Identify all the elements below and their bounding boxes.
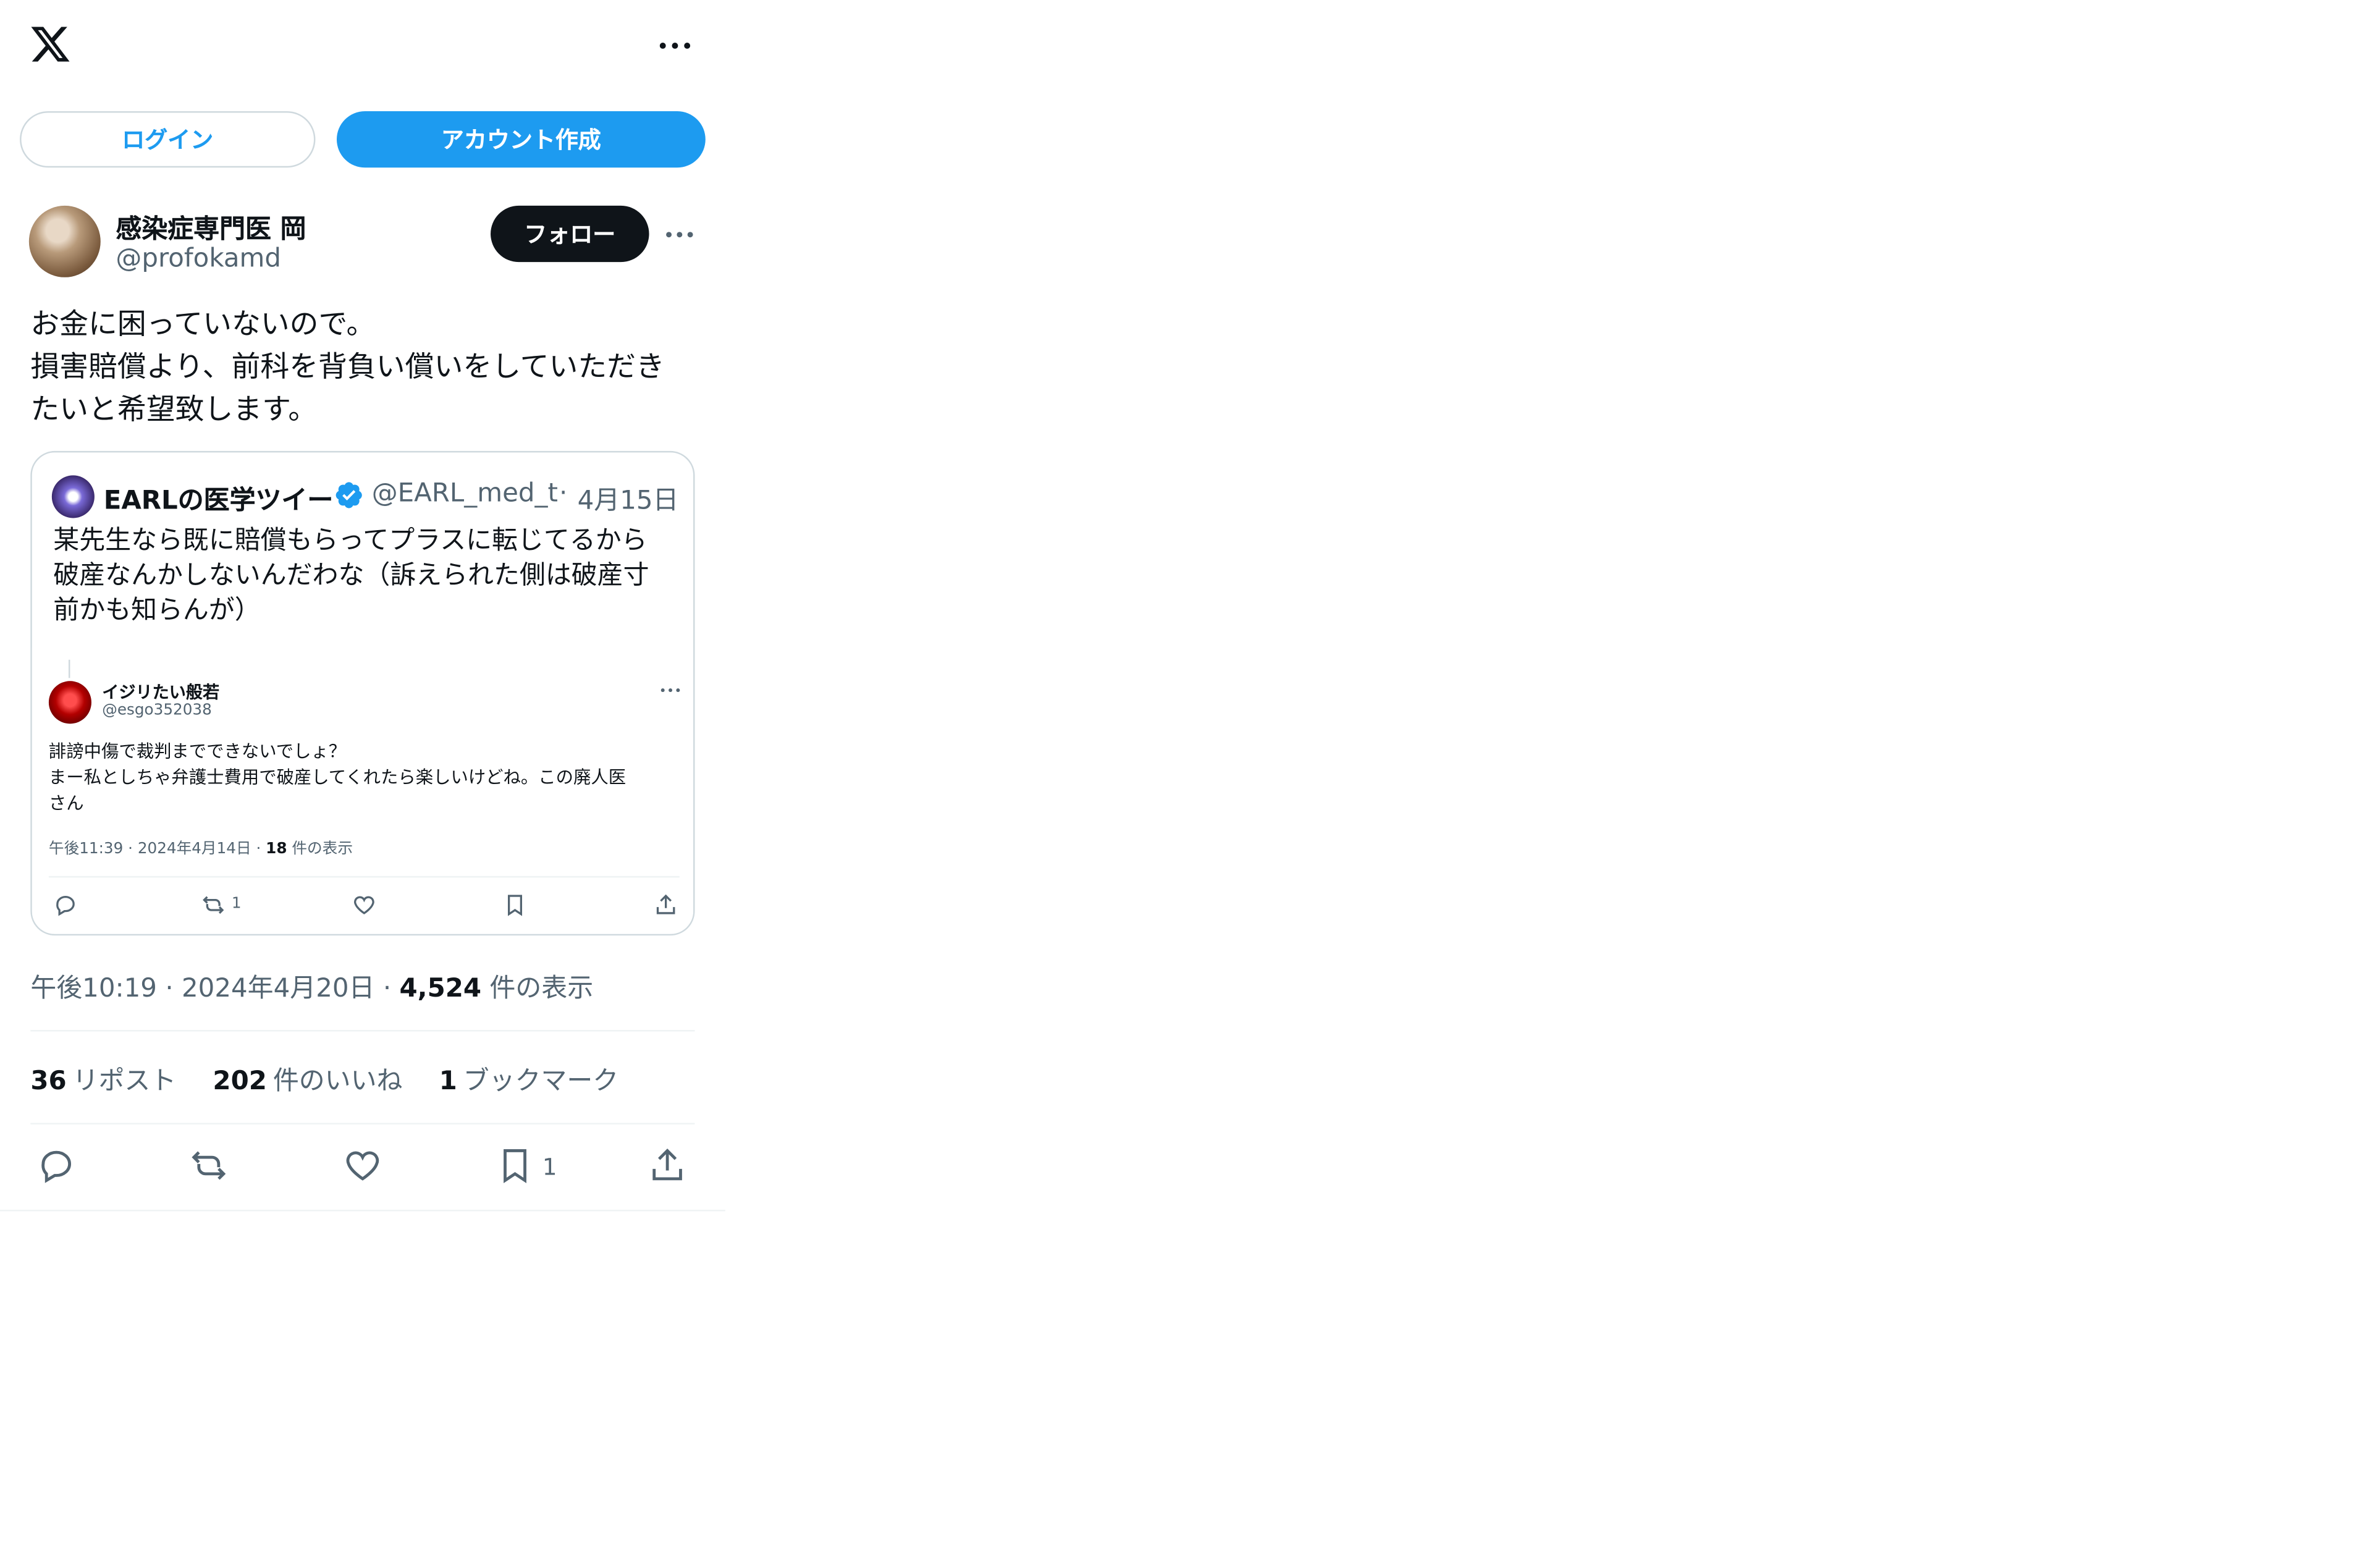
bookmarks-count: 1 bbox=[439, 1066, 457, 1097]
quote-dot-separator: · bbox=[559, 478, 568, 509]
tweet-more-icon[interactable] bbox=[663, 222, 696, 247]
tweet-stats: 36 リポスト 202 件のいいね 1 ブックマーク bbox=[30, 1059, 618, 1097]
embedded-retweet-count: 1 bbox=[231, 896, 242, 913]
quoted-tweet-card[interactable]: EARLの医学ツイー @EARL_med_t · 4月15日 某先生なら既に賠償… bbox=[30, 450, 695, 936]
likes-stat[interactable]: 202 件のいいね bbox=[213, 1059, 402, 1097]
embedded-author-handle: @esgo352038 bbox=[102, 702, 212, 719]
embedded-retweet-icon bbox=[201, 893, 226, 917]
quote-author-handle: @EARL_med_t bbox=[371, 478, 558, 509]
follow-button[interactable]: フォロー bbox=[491, 205, 649, 263]
meta-separator: · bbox=[382, 973, 392, 1005]
author-name[interactable]: 感染症専門医 岡 bbox=[116, 207, 306, 245]
views-count: 4,524 bbox=[399, 973, 482, 1005]
tweet-time[interactable]: 午後10:19 bbox=[30, 974, 157, 1004]
embedded-bookmark-icon bbox=[503, 893, 527, 917]
retweet-icon[interactable] bbox=[189, 1145, 229, 1185]
meta-separator: · bbox=[165, 973, 174, 1005]
signup-button[interactable]: アカウント作成 bbox=[336, 111, 706, 168]
reposts-count: 36 bbox=[30, 1066, 67, 1097]
quote-text: 某先生なら既に賠償もらってプラスに転じてるから 破産なんかしないんだわな（訴えら… bbox=[53, 525, 649, 626]
divider bbox=[30, 1030, 695, 1032]
tweet-text: お金に困っていないので。 損害賠償より、前科を背負い償いをしていただき たいと希… bbox=[30, 308, 665, 427]
divider bbox=[30, 1123, 695, 1124]
embedded-more-icon bbox=[660, 684, 682, 696]
bookmarks-label: ブックマーク bbox=[463, 1066, 619, 1097]
thread-line bbox=[68, 659, 70, 678]
share-icon[interactable] bbox=[648, 1145, 687, 1185]
embedded-like-icon bbox=[352, 893, 376, 917]
embedded-avatar bbox=[48, 681, 91, 724]
embedded-author-name: イジリたい般若 bbox=[102, 682, 220, 702]
login-button[interactable]: ログイン bbox=[20, 111, 316, 168]
embedded-views-count: 18 bbox=[266, 841, 287, 858]
verified-badge-icon bbox=[334, 480, 364, 510]
embedded-meta-prefix: 午後11:39 · 2024年4月14日 · bbox=[48, 841, 266, 858]
quote-avatar bbox=[51, 475, 95, 518]
quote-embedded-image: イジリたい般若 @esgo352038 誹謗中傷で裁判までできないでしょ？ まー… bbox=[32, 648, 694, 934]
likes-label: 件のいいね bbox=[272, 1066, 403, 1097]
tweet-date[interactable]: 2024年4月20日 bbox=[182, 974, 374, 1004]
tweet-column: ログイン アカウント作成 感染症専門医 岡 @profokamd フォロー お金… bbox=[0, 0, 725, 1212]
bookmarks-stat[interactable]: 1 ブックマーク bbox=[439, 1059, 619, 1097]
embedded-share-icon bbox=[654, 893, 678, 917]
like-icon[interactable] bbox=[343, 1145, 382, 1185]
embedded-meta: 午後11:39 · 2024年4月14日 · 18 件の表示 bbox=[49, 835, 353, 858]
views-label: 件の表示 bbox=[489, 973, 594, 1005]
likes-count: 202 bbox=[213, 1066, 267, 1097]
reposts-stat[interactable]: 36 リポスト bbox=[30, 1059, 176, 1097]
quote-date: 4月15日 bbox=[577, 486, 679, 517]
bookmark-count: 1 bbox=[542, 1153, 557, 1181]
reply-icon[interactable] bbox=[36, 1145, 76, 1185]
more-horizontal-icon[interactable] bbox=[655, 30, 694, 61]
embedded-divider bbox=[48, 875, 680, 878]
embedded-views-label: 件の表示 bbox=[287, 841, 353, 858]
author-avatar[interactable] bbox=[28, 205, 101, 277]
author-handle[interactable]: @profokamd bbox=[116, 244, 281, 274]
quote-author-name: EARLの医学ツイー bbox=[103, 486, 334, 517]
page-canvas: ログイン アカウント作成 感染症専門医 岡 @profokamd フォロー お金… bbox=[0, 0, 2380, 1565]
tweet-meta: 午後10:19 · 2024年4月20日 · 4,524 件の表示 bbox=[30, 966, 593, 1004]
reposts-label: リポスト bbox=[72, 1066, 177, 1097]
bookmark-icon[interactable] bbox=[495, 1145, 534, 1185]
x-logo-icon[interactable] bbox=[29, 23, 72, 65]
embedded-text: 誹謗中傷で裁判までできないでしょ？ まー私としちゃ弁護士費用で破産してくれたら楽… bbox=[48, 740, 627, 814]
embedded-reply-icon bbox=[53, 893, 77, 917]
